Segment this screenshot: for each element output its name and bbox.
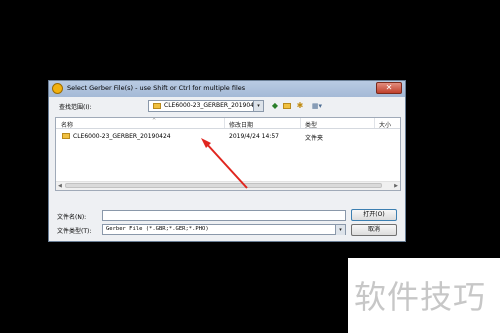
annotation-arrow-line xyxy=(204,141,248,189)
watermark-text: 软件技巧 xyxy=(354,278,487,316)
watermark: 软件技巧 xyxy=(348,258,500,333)
